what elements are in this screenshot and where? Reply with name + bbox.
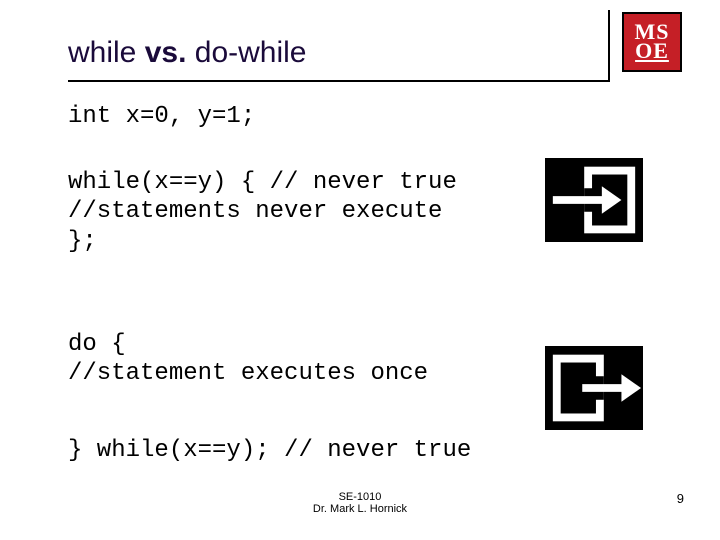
title-part-b: do-while [186,36,306,69]
title-vs: vs. [145,36,187,69]
msoe-logo: MS OE [622,12,682,72]
logo-divider [608,10,610,82]
slide-title: while vs. do-while [68,36,306,70]
code-while-block: while(x==y) { // never true //statements… [68,168,457,256]
slide: while vs. do-while MS OE int x=0, y=1; w… [0,0,720,540]
enter-loop-icon [545,158,643,242]
page-number: 9 [677,491,684,506]
code-do-block-top: do { //statement executes once [68,330,428,389]
footer: SE-1010 Dr. Mark L. Hornick [0,491,720,516]
footer-course: SE-1010 [0,491,720,504]
footer-author: Dr. Mark L. Hornick [0,503,720,516]
code-declaration: int x=0, y=1; [68,102,255,131]
exit-loop-icon [545,346,643,430]
title-part-a: while [68,36,145,69]
logo-line2: OE [635,42,669,61]
title-rule [68,80,608,82]
code-do-block-bottom: } while(x==y); // never true [68,436,471,465]
